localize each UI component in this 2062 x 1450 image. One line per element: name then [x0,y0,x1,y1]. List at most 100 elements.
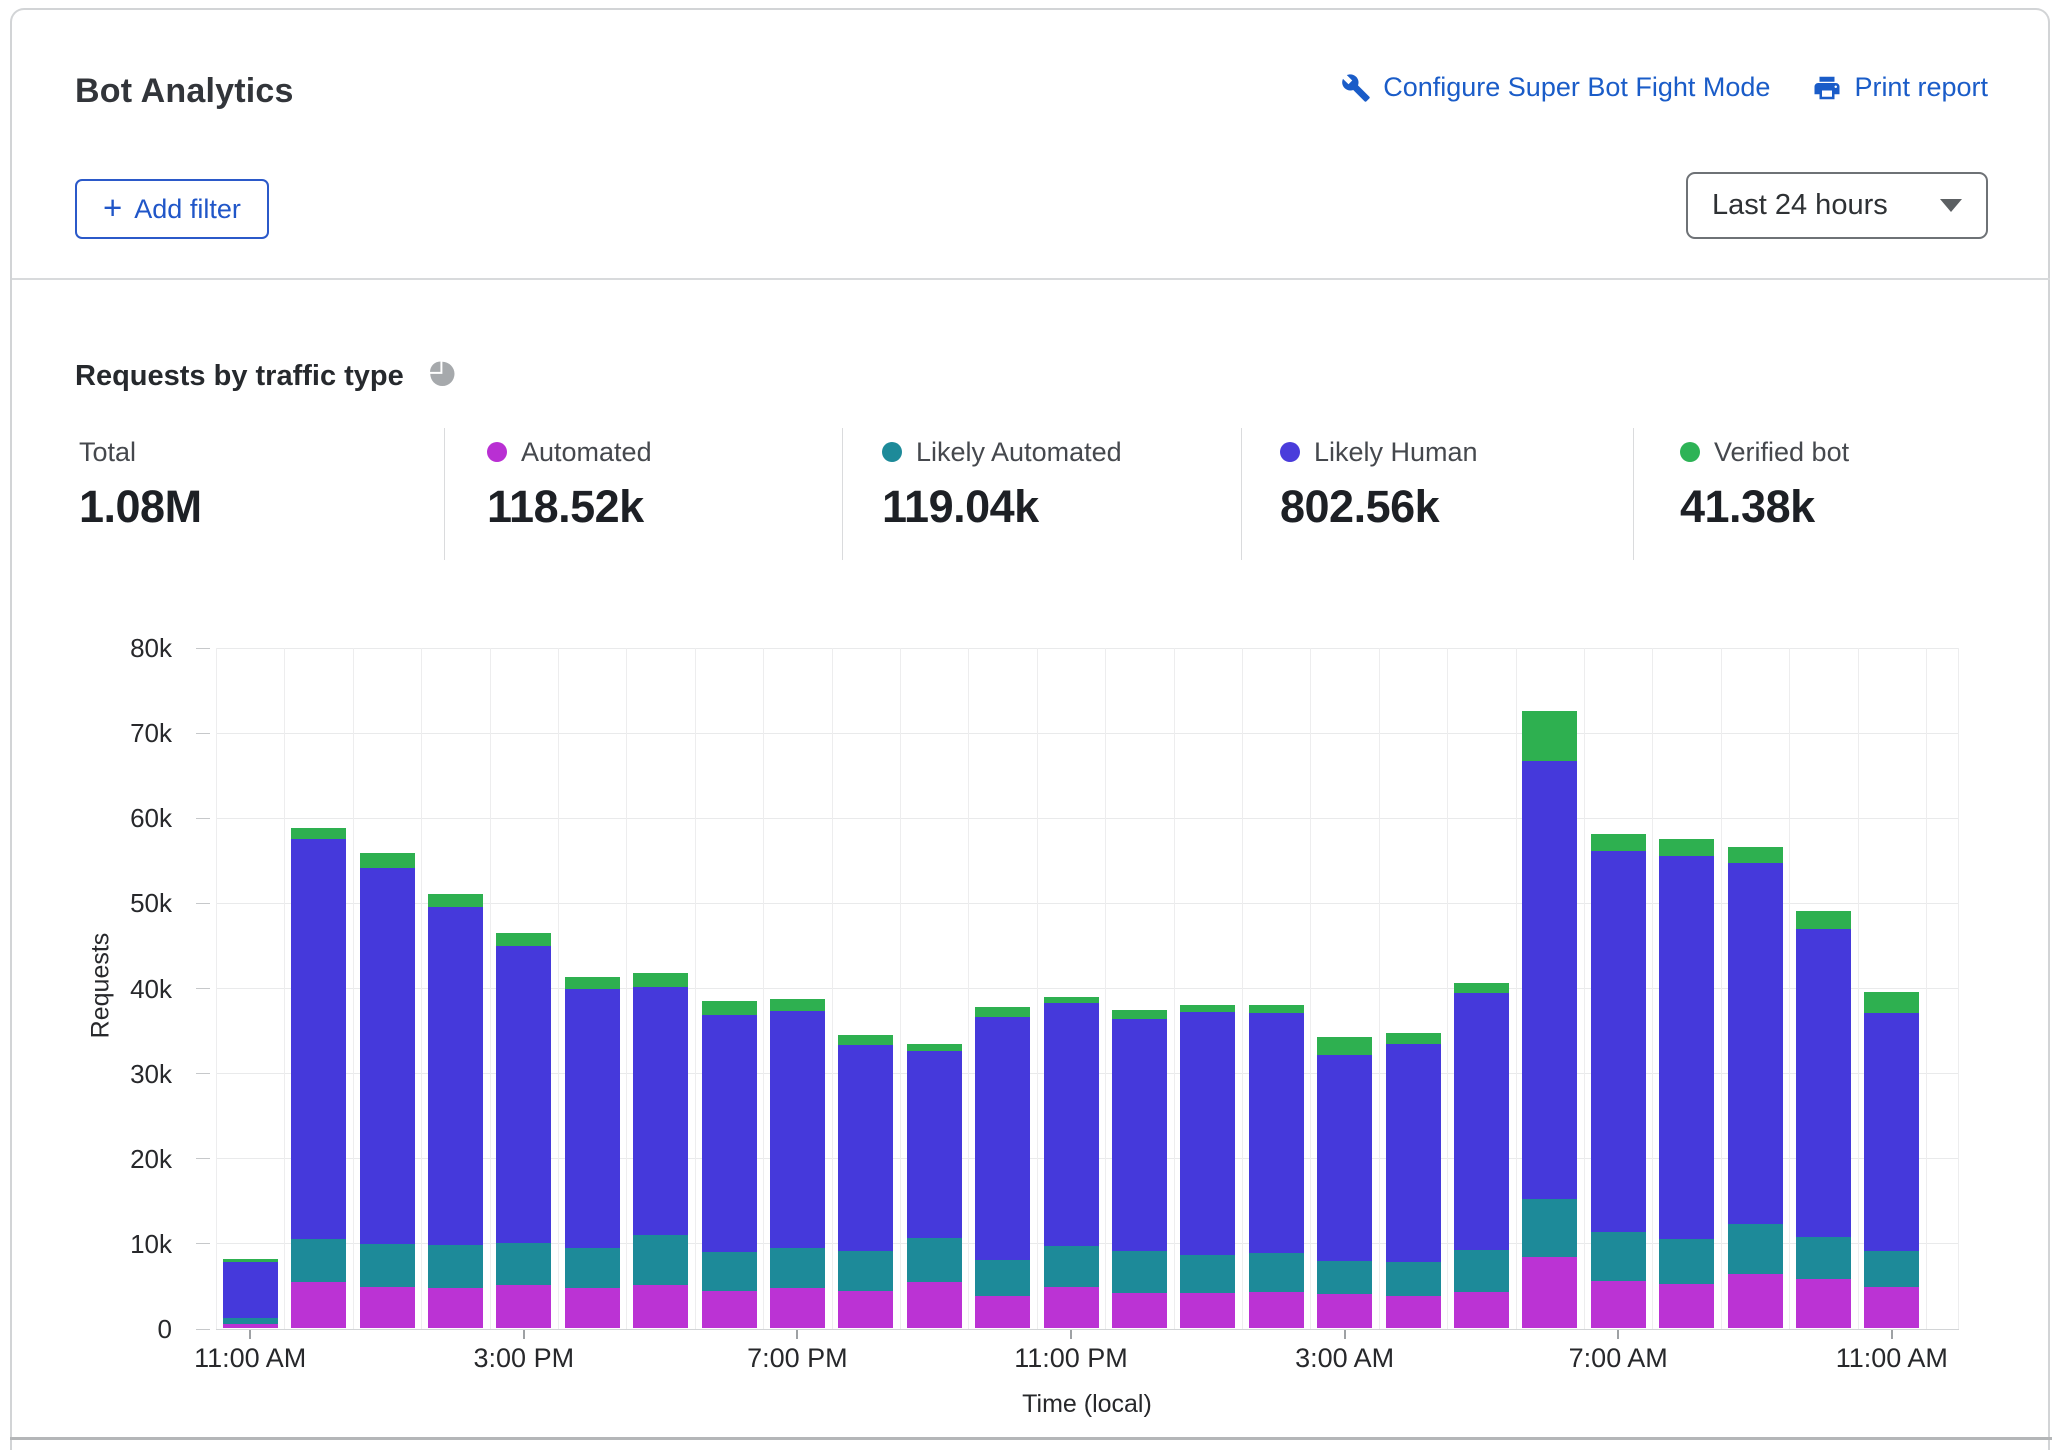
likely-human-segment [291,839,346,1238]
configure-super-bot-fight-mode-link[interactable]: Configure Super Bot Fight Mode [1341,72,1770,103]
x-tick-label: 7:00 AM [1488,1343,1748,1374]
card-bottom-divider [10,1437,2052,1440]
verified-bot-segment [565,977,620,989]
bar-11-00-am[interactable] [1864,992,1919,1328]
likely-human-segment [1796,929,1851,1237]
bar-6-00-pm[interactable] [702,1001,757,1328]
bar-5-00-pm[interactable] [633,973,688,1328]
gridline [216,648,217,1329]
likely-automated-segment [975,1260,1030,1297]
verified-bot-segment [1864,992,1919,1013]
likely-automated-segment [360,1244,415,1287]
bar-10-00-pm[interactable] [975,1007,1030,1328]
bar-4-00-pm[interactable] [565,977,620,1328]
print-report-link[interactable]: Print report [1812,72,1988,103]
gridline [1447,648,1448,1329]
likely-automated-segment [1249,1253,1304,1292]
stat-total-label: Total [79,437,136,468]
verified-bot-segment [1180,1005,1235,1012]
gridline [216,818,1959,819]
stat-divider [1241,428,1242,560]
bar-3-00-am[interactable] [1317,1037,1372,1328]
bar-2-00-am[interactable] [1249,1005,1304,1328]
add-filter-button[interactable]: + Add filter [75,179,269,239]
automated-segment [360,1287,415,1328]
gridline [763,648,764,1329]
stat-automated-value: 118.52k [487,481,652,533]
pie-chart-icon [426,356,456,396]
stat-divider [444,428,445,560]
gridline [832,648,833,1329]
plus-icon: + [103,191,122,224]
likely-human-segment [1180,1012,1235,1255]
gridline [490,648,491,1329]
likely-human-segment [1317,1055,1372,1261]
gridline [1789,648,1790,1329]
gridline [1721,648,1722,1329]
likely-automated-segment [1386,1262,1441,1295]
stat-likely-human-label: Likely Human [1314,437,1478,468]
bar-3-00-pm[interactable] [496,933,551,1328]
likely-human-segment [428,907,483,1245]
bar-6-00-am[interactable] [1522,711,1577,1328]
gridline [216,733,1959,734]
gridline [353,648,354,1329]
likely-human-legend-dot [1280,442,1300,462]
verified-bot-segment [702,1001,757,1015]
time-range-value: Last 24 hours [1712,189,1940,222]
requests-stacked-bar-chart [216,648,1959,1329]
likely-automated-segment [496,1243,551,1286]
stat-likely-automated-value: 119.04k [882,481,1122,533]
verified-bot-segment [1386,1033,1441,1044]
y-tick [196,733,210,734]
bar-10-00-am[interactable] [1796,911,1851,1328]
stat-automated: Automated 118.52k [487,437,652,533]
time-range-dropdown[interactable]: Last 24 hours [1686,172,1988,239]
bar-9-00-am[interactable] [1728,847,1783,1328]
bar-5-00-am[interactable] [1454,983,1509,1328]
likely-automated-segment [1112,1251,1167,1293]
bar-11-00-pm[interactable] [1044,997,1099,1328]
stat-verified-bot-value: 41.38k [1680,481,1849,533]
x-axis-label: Time (local) [937,1390,1237,1419]
bar-8-00-am[interactable] [1659,839,1714,1328]
likely-human-segment [1728,863,1783,1224]
bar-8-00-pm[interactable] [838,1035,893,1328]
bar-11-00-am[interactable] [223,1259,278,1328]
y-tick [196,818,210,819]
stat-total-value: 1.08M [79,481,202,533]
verified-bot-segment [428,894,483,908]
likely-automated-segment [838,1251,893,1291]
automated-segment [223,1324,278,1328]
likely-automated-segment [565,1248,620,1288]
likely-human-segment [1454,993,1509,1249]
likely-automated-segment [1659,1239,1714,1283]
x-tick [1070,1330,1072,1339]
configure-link-label: Configure Super Bot Fight Mode [1383,72,1770,103]
y-tick-label: 10k [82,1227,172,1261]
bar-7-00-pm[interactable] [770,999,825,1328]
gridline [216,648,1959,649]
bar-1-00-am[interactable] [1180,1005,1235,1328]
likely-automated-segment [770,1248,825,1288]
likely-human-segment [1386,1044,1441,1263]
bar-12-00-pm[interactable] [291,828,346,1328]
automated-segment [1796,1279,1851,1328]
bar-7-00-am[interactable] [1591,834,1646,1328]
bar-9-00-pm[interactable] [907,1044,962,1328]
likely-human-segment [838,1045,893,1250]
stat-likely-automated-label: Likely Automated [916,437,1122,468]
wrench-icon [1341,73,1371,103]
bar-1-00-pm[interactable] [360,853,415,1328]
stat-likely-automated: Likely Automated 119.04k [882,437,1122,533]
bar-2-00-pm[interactable] [428,894,483,1328]
x-tick-label: 11:00 AM [120,1343,380,1374]
verified-bot-segment [975,1007,1030,1017]
chart-section-title: Requests by traffic type [75,356,456,396]
automated-segment [702,1291,757,1328]
bar-4-00-am[interactable] [1386,1033,1441,1328]
bar-12-00-am[interactable] [1112,1010,1167,1328]
gridline [421,648,422,1329]
x-tick-label: 11:00 AM [1762,1343,2022,1374]
gridline [1174,648,1175,1329]
